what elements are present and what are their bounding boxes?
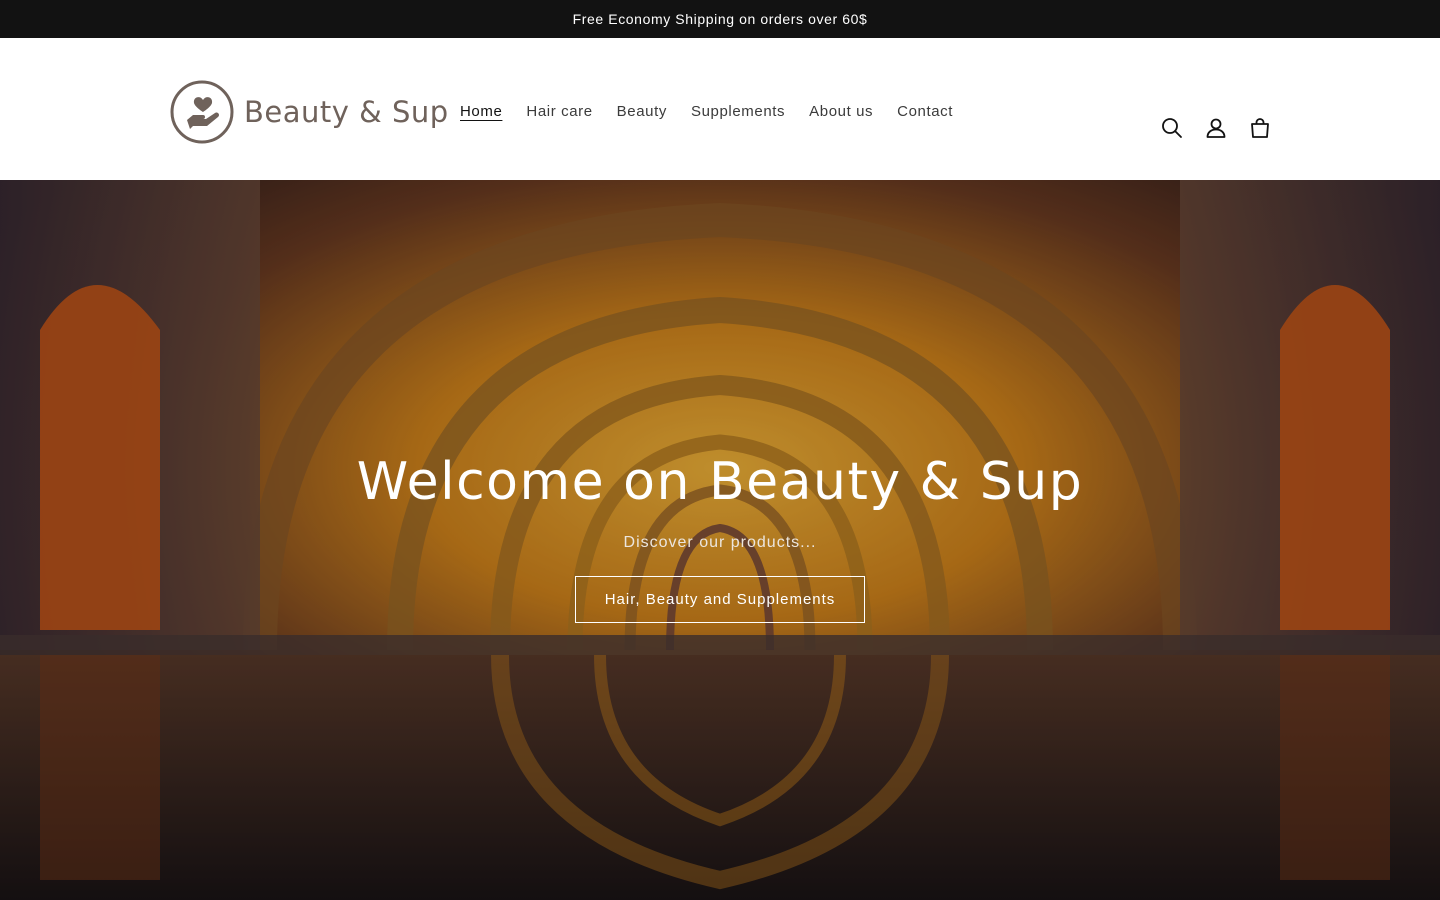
hero-subtitle: Discover our products... — [623, 534, 817, 551]
cart-icon[interactable] — [1248, 116, 1272, 140]
logo-link[interactable]: Beauty & Sup — [170, 80, 449, 144]
announcement-bar: Free Economy Shipping on orders over 60$ — [0, 0, 1440, 38]
nav-hair-care[interactable]: Hair care — [514, 95, 604, 128]
hero-title: Welcome on Beauty & Sup — [356, 452, 1084, 512]
header-icons — [1160, 116, 1272, 140]
nav-contact[interactable]: Contact — [885, 95, 965, 128]
nav-supplements[interactable]: Supplements — [679, 95, 797, 128]
nav-home[interactable]: Home — [448, 95, 514, 128]
hero-content: Welcome on Beauty & Sup Discover our pro… — [0, 452, 1440, 623]
shop-categories-button[interactable]: Hair, Beauty and Supplements — [574, 576, 866, 623]
brand-name: Beauty & Sup — [244, 95, 449, 129]
site-header: Beauty & Sup Home Hair care Beauty Suppl… — [0, 38, 1440, 180]
hero-banner: Welcome on Beauty & Sup Discover our pro… — [0, 180, 1440, 900]
nav-beauty[interactable]: Beauty — [605, 95, 679, 128]
nav-about-us[interactable]: About us — [797, 95, 885, 128]
announcement-text: Free Economy Shipping on orders over 60$ — [572, 11, 868, 27]
hand-holding-heart-icon — [170, 80, 234, 144]
account-icon[interactable] — [1204, 116, 1228, 140]
search-icon[interactable] — [1160, 116, 1184, 140]
main-nav: Home Hair care Beauty Supplements About … — [448, 95, 965, 128]
